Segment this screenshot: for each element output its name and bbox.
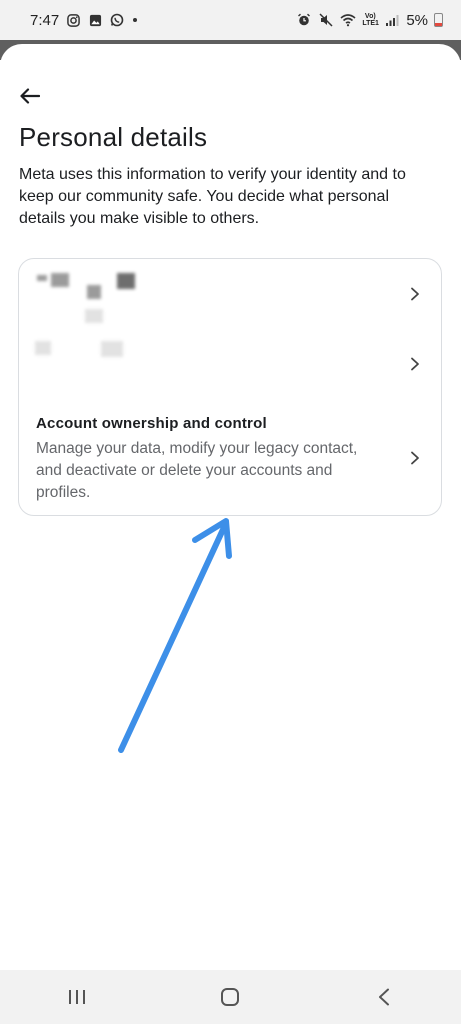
alarm-icon	[296, 12, 312, 28]
system-back-button[interactable]	[354, 977, 414, 1017]
wifi-icon	[340, 12, 356, 28]
page-description: Meta uses this information to verify you…	[19, 166, 406, 227]
page-title: Personal details	[19, 122, 208, 152]
redacted-text	[37, 275, 47, 281]
signal-icon	[384, 12, 400, 28]
status-left: 7:47	[30, 11, 138, 29]
account-ownership-title: Account ownership and control	[36, 415, 267, 432]
chevron-right-icon	[409, 286, 421, 302]
recent-apps-icon	[68, 990, 85, 1004]
redacted-row-2[interactable]	[19, 329, 441, 399]
redacted-text	[35, 341, 51, 355]
mute-icon	[318, 12, 334, 28]
back-icon	[379, 988, 390, 1006]
system-nav-bar	[0, 970, 461, 1024]
status-right: Vo) LTE1 5%	[296, 12, 443, 29]
redacted-text	[85, 309, 103, 323]
redacted-row-1[interactable]	[19, 259, 441, 329]
instagram-icon	[65, 12, 81, 28]
back-button[interactable]	[14, 80, 46, 112]
chevron-right-icon	[409, 356, 421, 372]
arrow-left-icon	[20, 88, 40, 104]
account-ownership-description: Manage your data, modify your legacy con…	[36, 440, 358, 501]
whatsapp-icon	[109, 12, 125, 28]
home-button[interactable]	[200, 977, 260, 1017]
battery-icon	[434, 13, 443, 27]
personal-details-sheet: Personal details Meta uses this informat…	[0, 44, 461, 970]
recent-apps-button[interactable]	[47, 977, 107, 1017]
network-label: Vo) LTE1	[362, 13, 379, 27]
status-bar: 7:47 Vo) LTE1 5%	[0, 0, 461, 40]
home-icon	[221, 988, 240, 1006]
notification-dot	[133, 18, 138, 22]
redacted-text	[101, 341, 123, 357]
redacted-text	[87, 285, 101, 299]
gallery-icon	[87, 12, 103, 28]
chevron-right-icon	[409, 450, 421, 466]
redacted-text	[117, 273, 135, 289]
redacted-text	[51, 273, 69, 287]
details-card: Account ownership and control Manage you…	[18, 258, 442, 516]
battery-percentage: 5%	[406, 11, 428, 29]
status-time: 7:47	[30, 11, 60, 29]
